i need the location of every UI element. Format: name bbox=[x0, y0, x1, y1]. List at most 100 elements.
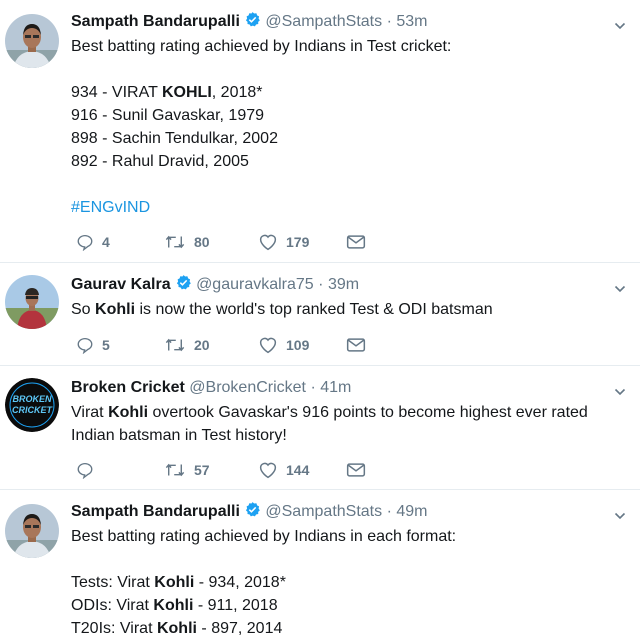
retweet-button[interactable]: 80 bbox=[164, 232, 210, 252]
avatar-logo-text: CRICKET bbox=[12, 405, 54, 415]
like-count: 109 bbox=[286, 337, 310, 353]
retweet-count: 80 bbox=[194, 234, 210, 250]
tweet-text-line: So Kohli is now the world's top ranked T… bbox=[71, 298, 626, 321]
tweet-text-line: 898 - Sachin Tendulkar, 2002 bbox=[71, 127, 626, 150]
retweet-button[interactable]: 20 bbox=[164, 335, 210, 355]
text-segment: 892 - Rahul Dravid, 2005 bbox=[71, 153, 249, 170]
reply-count: 5 bbox=[102, 337, 110, 353]
timestamp[interactable]: 41m bbox=[320, 379, 351, 396]
direct-message-icon bbox=[346, 338, 366, 352]
tweet-text: So Kohli is now the world's top ranked T… bbox=[71, 298, 626, 321]
tweet[interactable]: Sampath Bandarupalli @SampathStats · 49m… bbox=[0, 490, 640, 644]
reply-icon bbox=[77, 462, 93, 479]
highlighted-keyword: KOHLI bbox=[162, 84, 212, 101]
like-count: 144 bbox=[286, 462, 310, 478]
display-name[interactable]: Sampath Bandarupalli bbox=[71, 503, 240, 520]
reply-button[interactable] bbox=[76, 460, 102, 480]
reply-button[interactable]: 4 bbox=[76, 232, 110, 252]
text-segment: T20Is: Virat bbox=[71, 620, 157, 637]
highlighted-keyword: Kohli bbox=[95, 301, 136, 318]
retweet-icon bbox=[165, 338, 185, 352]
text-segment: 898 - Sachin Tendulkar, 2002 bbox=[71, 130, 278, 147]
direct-message-button[interactable] bbox=[346, 335, 374, 355]
retweet-count: 20 bbox=[194, 337, 210, 353]
like-count: 179 bbox=[286, 234, 310, 250]
verified-badge-icon bbox=[244, 501, 261, 526]
handle[interactable]: @SampathStats bbox=[265, 13, 382, 30]
verified-badge-icon bbox=[175, 274, 192, 299]
separator: · bbox=[386, 13, 392, 30]
text-segment: , 2018* bbox=[211, 84, 263, 101]
text-segment: - 934, 2018* bbox=[194, 574, 286, 591]
highlighted-keyword: Kohli bbox=[108, 404, 149, 421]
like-icon bbox=[259, 337, 277, 354]
text-segment: is now the world's top ranked Test & ODI… bbox=[135, 301, 493, 318]
tweet-text-line: Virat Kohli overtook Gavaskar's 916 poin… bbox=[71, 401, 626, 447]
like-icon bbox=[259, 462, 277, 479]
avatar[interactable] bbox=[5, 275, 59, 329]
reply-button[interactable]: 5 bbox=[76, 335, 110, 355]
text-segment: - 911, 2018 bbox=[193, 597, 278, 614]
like-button[interactable]: 179 bbox=[258, 232, 309, 252]
avatar[interactable] bbox=[5, 14, 59, 68]
tweet-text-line bbox=[71, 58, 626, 81]
like-button[interactable]: 144 bbox=[258, 460, 309, 480]
direct-message-icon bbox=[346, 463, 366, 477]
chevron-down-icon[interactable] bbox=[614, 16, 626, 40]
hashtag-link[interactable]: #ENGvIND bbox=[71, 199, 150, 216]
like-button[interactable]: 109 bbox=[258, 335, 309, 355]
chevron-down-icon[interactable] bbox=[614, 279, 626, 303]
separator: · bbox=[386, 503, 392, 520]
text-segment: 916 - Sunil Gavaskar, 1979 bbox=[71, 107, 265, 124]
retweet-count: 57 bbox=[194, 462, 210, 478]
tweet-feed: Sampath Bandarupalli @SampathStats · 53m… bbox=[0, 0, 640, 644]
avatar[interactable]: BROKEN CRICKET bbox=[5, 378, 59, 432]
tweet-text-line: T20Is: Virat Kohli - 897, 2014 bbox=[71, 617, 626, 640]
timestamp[interactable]: 49m bbox=[396, 503, 427, 520]
text-segment: Best batting rating achieved by Indians … bbox=[71, 38, 452, 55]
reply-icon bbox=[77, 337, 93, 354]
tweet-text-line: Tests: Virat Kohli - 934, 2018* bbox=[71, 571, 626, 594]
text-segment: - 897, 2014 bbox=[196, 620, 283, 637]
direct-message-icon bbox=[346, 235, 366, 249]
timestamp[interactable]: 53m bbox=[396, 13, 427, 30]
tweet-text: Best batting rating achieved by Indians … bbox=[71, 35, 626, 219]
display-name[interactable]: Broken Cricket bbox=[71, 379, 185, 396]
text-segment: 934 - VIRAT bbox=[71, 84, 162, 101]
direct-message-button[interactable] bbox=[346, 460, 374, 480]
retweet-icon bbox=[165, 235, 185, 249]
reply-count: 4 bbox=[102, 234, 110, 250]
tweet[interactable]: BROKEN CRICKET Broken Cricket @BrokenCri… bbox=[0, 366, 640, 490]
retweet-icon bbox=[165, 463, 185, 477]
display-name[interactable]: Sampath Bandarupalli bbox=[71, 13, 240, 30]
tweet-text: Best batting rating achieved by Indians … bbox=[71, 525, 626, 640]
chevron-down-icon[interactable] bbox=[614, 506, 626, 530]
text-segment: Tests: Virat bbox=[71, 574, 155, 591]
handle[interactable]: @gauravkalra75 bbox=[196, 276, 314, 293]
tweet-text-line: 892 - Rahul Dravid, 2005 bbox=[71, 150, 626, 173]
tweet-text-line bbox=[71, 173, 626, 196]
tweet[interactable]: Gaurav Kalra @gauravkalra75 · 39m So Koh… bbox=[0, 263, 640, 366]
tweet-text-line: Best batting rating achieved by Indians … bbox=[71, 525, 626, 548]
like-icon bbox=[259, 234, 277, 251]
handle[interactable]: @SampathStats bbox=[265, 503, 382, 520]
tweet-text: Virat Kohli overtook Gavaskar's 916 poin… bbox=[71, 401, 626, 447]
highlighted-keyword: Kohli bbox=[156, 620, 197, 637]
text-segment: So bbox=[71, 301, 96, 318]
text-segment: ODIs: Virat bbox=[71, 597, 154, 614]
retweet-button[interactable]: 57 bbox=[164, 460, 210, 480]
avatar-logo-text: BROKEN bbox=[12, 394, 52, 404]
tweet-text-line: #ENGvIND bbox=[71, 196, 626, 219]
display-name[interactable]: Gaurav Kalra bbox=[71, 276, 171, 293]
tweet-text-line: 916 - Sunil Gavaskar, 1979 bbox=[71, 104, 626, 127]
highlighted-keyword: Kohli bbox=[153, 597, 194, 614]
separator: · bbox=[310, 379, 316, 396]
timestamp[interactable]: 39m bbox=[328, 276, 359, 293]
chevron-down-icon[interactable] bbox=[614, 382, 626, 406]
tweet-text-line: Best batting rating achieved by Indians … bbox=[71, 35, 626, 58]
avatar[interactable] bbox=[5, 504, 59, 558]
direct-message-button[interactable] bbox=[346, 232, 374, 252]
tweet[interactable]: Sampath Bandarupalli @SampathStats · 53m… bbox=[0, 0, 640, 263]
verified-badge-icon bbox=[244, 11, 261, 36]
handle[interactable]: @BrokenCricket bbox=[189, 379, 306, 396]
